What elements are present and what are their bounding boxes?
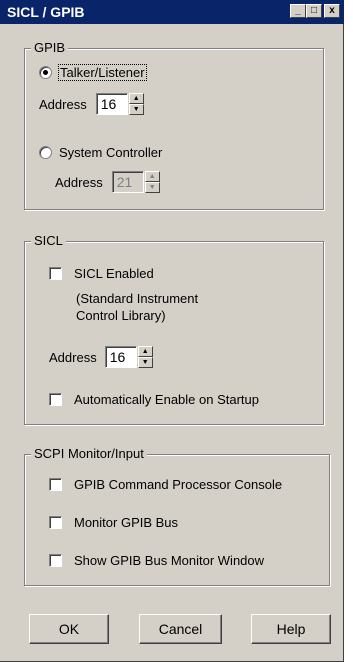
spin-down-icon: ▼ <box>144 182 160 193</box>
help-button[interactable]: Help <box>251 614 331 644</box>
spin-down-icon[interactable]: ▼ <box>128 104 144 115</box>
cancel-button-label: Cancel <box>158 621 203 637</box>
system-controller-label: System Controller <box>59 145 163 160</box>
sicl-address-spinner[interactable]: 16 ▲ ▼ <box>104 346 153 368</box>
window-title: SICL / GPIB <box>7 4 85 20</box>
sicl-enabled-checkbox[interactable]: SICL Enabled <box>49 266 154 281</box>
auto-enable-check[interactable] <box>49 393 62 406</box>
talker-address-spinner[interactable]: 16 ▲ ▼ <box>95 93 144 115</box>
scpi-monitor-group: SCPI Monitor/Input GPIB Command Processo… <box>24 446 330 586</box>
show-window-checkbox[interactable]: Show GPIB Bus Monitor Window <box>49 553 264 568</box>
console-label: GPIB Command Processor Console <box>74 477 283 492</box>
controller-address-spinner: 21 ▲ ▼ <box>111 171 160 193</box>
talker-listener-radio[interactable]: Talker/Listener <box>39 64 147 81</box>
close-button[interactable]: x <box>324 4 340 18</box>
ok-button[interactable]: OK <box>29 614 109 644</box>
console-check[interactable] <box>49 478 62 491</box>
talker-address-row: Address 16 ▲ ▼ <box>39 93 144 115</box>
gpib-group: GPIB Talker/Listener Address 16 ▲ ▼ Syst… <box>24 40 324 210</box>
console-checkbox[interactable]: GPIB Command Processor Console <box>49 477 282 492</box>
monitor-bus-check[interactable] <box>49 516 62 529</box>
minimize-icon: _ <box>295 5 301 16</box>
controller-address-input: 21 <box>111 171 144 193</box>
cancel-button[interactable]: Cancel <box>139 614 222 644</box>
talker-address-label: Address <box>39 96 87 112</box>
talker-address-input[interactable]: 16 <box>95 93 128 115</box>
spin-up-icon[interactable]: ▲ <box>137 346 153 357</box>
ok-button-label: OK <box>58 621 80 637</box>
spin-down-icon[interactable]: ▼ <box>137 357 153 368</box>
title-bar[interactable]: SICL / GPIB _ □ x <box>0 0 344 24</box>
sicl-description-line2: Control Library) <box>76 308 166 323</box>
monitor-bus-label: Monitor GPIB Bus <box>74 515 179 530</box>
show-window-label: Show GPIB Bus Monitor Window <box>74 553 265 568</box>
system-controller-radio-indicator[interactable] <box>39 146 52 159</box>
maximize-icon: □ <box>310 5 318 16</box>
sicl-group: SICL SICL Enabled (Standard Instrument C… <box>24 233 324 425</box>
sicl-description-line1: (Standard Instrument <box>76 291 199 306</box>
sicl-address-row: Address 16 ▲ ▼ <box>49 346 153 368</box>
scpi-legend: SCPI Monitor/Input <box>31 446 147 461</box>
minimize-button[interactable]: _ <box>290 4 306 18</box>
talker-listener-radio-indicator[interactable] <box>39 66 52 79</box>
title-bar-buttons: _ □ x <box>290 4 340 18</box>
gpib-legend: GPIB <box>31 40 69 55</box>
sicl-enabled-label: SICL Enabled <box>74 266 154 281</box>
talker-listener-label: Talker/Listener <box>58 64 147 81</box>
auto-enable-label: Automatically Enable on Startup <box>74 392 259 407</box>
help-button-label: Help <box>276 621 306 637</box>
spin-up-icon: ▲ <box>144 171 160 182</box>
monitor-bus-checkbox[interactable]: Monitor GPIB Bus <box>49 515 178 530</box>
sicl-enabled-check[interactable] <box>49 267 62 280</box>
controller-address-label: Address <box>55 174 103 190</box>
close-icon: x <box>329 5 335 16</box>
sicl-address-input[interactable]: 16 <box>104 346 137 368</box>
spin-up-icon[interactable]: ▲ <box>128 93 144 104</box>
sicl-description: (Standard Instrument Control Library) <box>76 290 198 324</box>
auto-enable-checkbox[interactable]: Automatically Enable on Startup <box>49 392 259 407</box>
show-window-check[interactable] <box>49 554 62 567</box>
sicl-gpib-dialog: SICL / GPIB _ □ x GPIB Talker/Listener A… <box>0 0 344 662</box>
system-controller-radio[interactable]: System Controller <box>39 145 162 160</box>
sicl-address-label: Address <box>49 349 97 365</box>
sicl-legend: SICL <box>31 233 66 248</box>
controller-address-row: Address 21 ▲ ▼ <box>55 171 160 193</box>
maximize-button[interactable]: □ <box>306 4 322 18</box>
